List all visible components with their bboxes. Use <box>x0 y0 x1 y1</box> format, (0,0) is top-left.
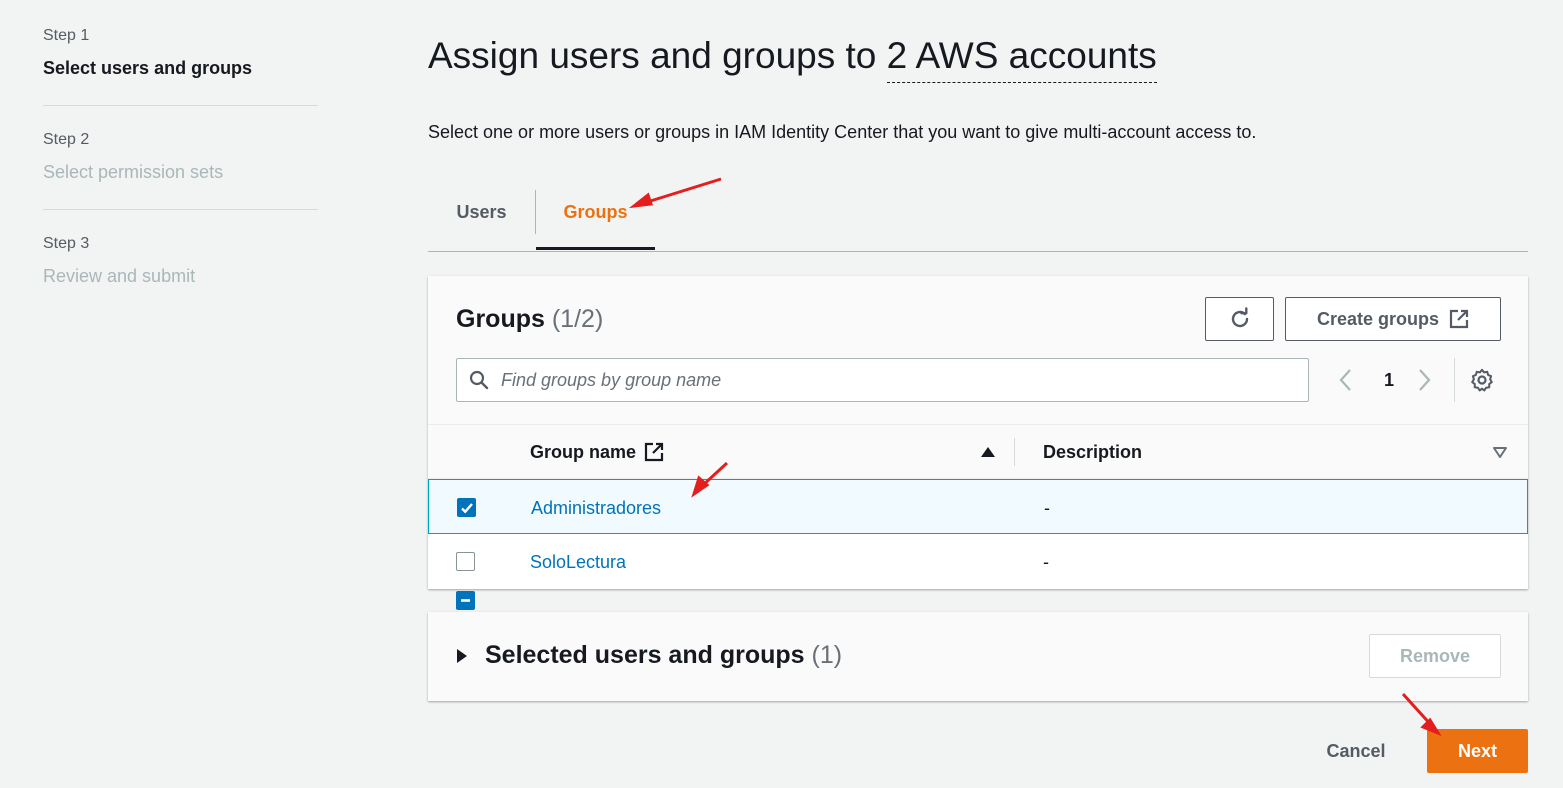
tab-groups[interactable]: Groups <box>536 190 655 250</box>
step-number: Step 1 <box>43 27 90 44</box>
selected-users-groups-panel[interactable]: Selected users and groups (1) Remove <box>428 612 1528 701</box>
create-groups-label: Create groups <box>1316 308 1440 329</box>
search-icon <box>469 370 489 390</box>
column-header-label: Group name <box>530 442 637 462</box>
sort-ascending-icon[interactable] <box>980 445 996 459</box>
page-title: Assign users and groups to 2 AWS account… <box>428 34 1157 83</box>
page: Step 1 Select users and groups Step 2 Se… <box>0 0 1563 788</box>
checkbox-indeterminate-icon <box>461 599 470 602</box>
aws-accounts-popover-link[interactable]: 2 AWS accounts <box>886 35 1157 83</box>
sort-descending-icon[interactable] <box>1492 445 1508 459</box>
pagination-divider <box>1454 358 1455 402</box>
table-row[interactable]: Administradores - <box>428 479 1528 534</box>
selected-title-text: Selected users and groups <box>485 641 805 669</box>
wizard-step-2: Step 2 Select permission sets <box>43 130 318 210</box>
group-name-link[interactable]: SoloLectura <box>530 550 626 574</box>
step-title: Select users and groups <box>43 58 253 78</box>
column-header-description[interactable]: Description <box>1043 440 1142 464</box>
groups-panel-header: Groups (1/2) Create groups Find groups b… <box>428 276 1528 424</box>
step-title: Review and submit <box>43 266 196 286</box>
step-title: Select permission sets <box>43 162 224 182</box>
checkbox-checked-icon <box>460 502 473 513</box>
caret-right-icon[interactable] <box>456 648 468 664</box>
tab-bar: Users Groups <box>428 190 1528 252</box>
wizard-steps: Step 1 Select users and groups Step 2 Se… <box>43 26 318 337</box>
step-number: Step 2 <box>43 131 90 148</box>
search-input[interactable] <box>501 359 1301 401</box>
chevron-left-icon[interactable] <box>1338 368 1354 392</box>
groups-table-panel: Groups (1/2) Create groups Find groups b… <box>428 276 1528 610</box>
page-title-prefix: Assign users and groups to <box>428 35 887 76</box>
page-number[interactable]: 1 <box>1384 368 1394 392</box>
groups-count: (1/2) <box>551 305 604 333</box>
groups-title-text: Groups <box>456 305 545 333</box>
column-header-group-name[interactable]: Group name <box>530 440 664 464</box>
group-description: - <box>1043 552 1049 572</box>
selected-count: (1) <box>811 641 843 669</box>
refresh-button[interactable] <box>1205 297 1274 341</box>
search-field[interactable] <box>456 358 1309 402</box>
refresh-icon <box>1231 307 1248 328</box>
group-name-link[interactable]: Administradores <box>531 496 661 520</box>
gear-icon[interactable] <box>1470 368 1494 392</box>
cancel-button[interactable]: Cancel <box>1306 731 1406 771</box>
wizard-step-3: Step 3 Review and submit <box>43 234 318 313</box>
create-groups-button[interactable]: Create groups <box>1285 297 1501 341</box>
column-divider <box>1014 438 1015 466</box>
page-description: Select one or more users or groups in IA… <box>428 122 1257 142</box>
tab-users[interactable]: Users <box>428 190 535 251</box>
chevron-right-icon[interactable] <box>1416 368 1432 392</box>
row-checkbox[interactable] <box>456 552 475 571</box>
remove-button[interactable]: Remove <box>1369 634 1501 678</box>
next-button[interactable]: Next <box>1427 729 1528 773</box>
row-checkbox[interactable] <box>457 498 476 517</box>
table-header: Group name Description <box>428 424 1528 610</box>
select-all-checkbox[interactable] <box>456 591 475 610</box>
selected-section-title[interactable]: Selected users and groups (1) <box>485 640 842 670</box>
groups-panel-title: Groups (1/2) <box>456 304 603 334</box>
group-description: - <box>1044 498 1050 518</box>
external-link-icon <box>1449 309 1469 329</box>
wizard-step-1[interactable]: Step 1 Select users and groups <box>43 26 318 106</box>
external-link-icon <box>644 442 664 462</box>
table-row[interactable]: SoloLectura - <box>428 534 1528 589</box>
step-number: Step 3 <box>43 235 90 252</box>
